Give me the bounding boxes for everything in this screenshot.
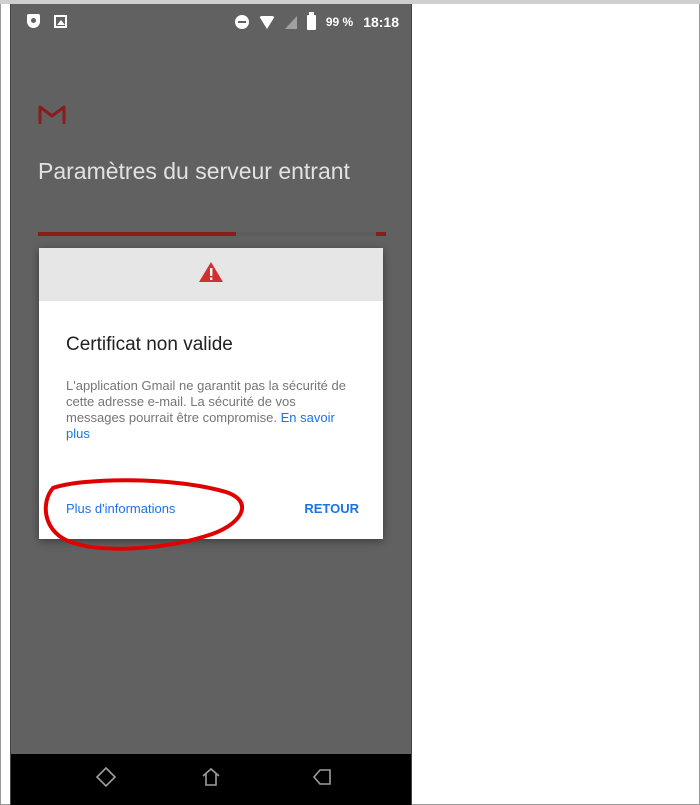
back-icon[interactable]	[311, 766, 333, 793]
battery-icon	[306, 11, 316, 30]
setup-progress-bar	[38, 232, 386, 236]
page-title: Paramètres du serveur entrant	[38, 158, 350, 184]
back-button[interactable]: RETOUR	[304, 501, 359, 516]
wifi-icon	[258, 15, 275, 29]
status-bar: 99 % 18:18	[11, 4, 411, 42]
recent-apps-icon[interactable]	[95, 766, 117, 793]
clock: 18:18	[363, 14, 399, 30]
home-icon[interactable]	[200, 766, 222, 793]
setup-progress-end	[376, 232, 386, 236]
dialog-title: Certificat non valide	[66, 334, 233, 355]
phone-screen: 99 % 18:18 Paramètres du serveur entrant…	[10, 4, 412, 805]
navigation-bar	[11, 754, 411, 805]
setup-progress-fill	[38, 232, 237, 236]
battery-percentage: 99 %	[325, 15, 354, 29]
signal-icon	[284, 15, 297, 29]
dialog-message: L'application Gmail ne garantit pas la s…	[66, 378, 356, 442]
warning-icon	[198, 261, 224, 288]
shield-icon	[27, 14, 40, 28]
dialog-header	[39, 248, 383, 301]
gmail-logo-icon	[38, 104, 66, 131]
image-icon	[54, 14, 67, 28]
do-not-disturb-icon	[234, 15, 249, 29]
red-circle-annotation	[41, 474, 251, 564]
